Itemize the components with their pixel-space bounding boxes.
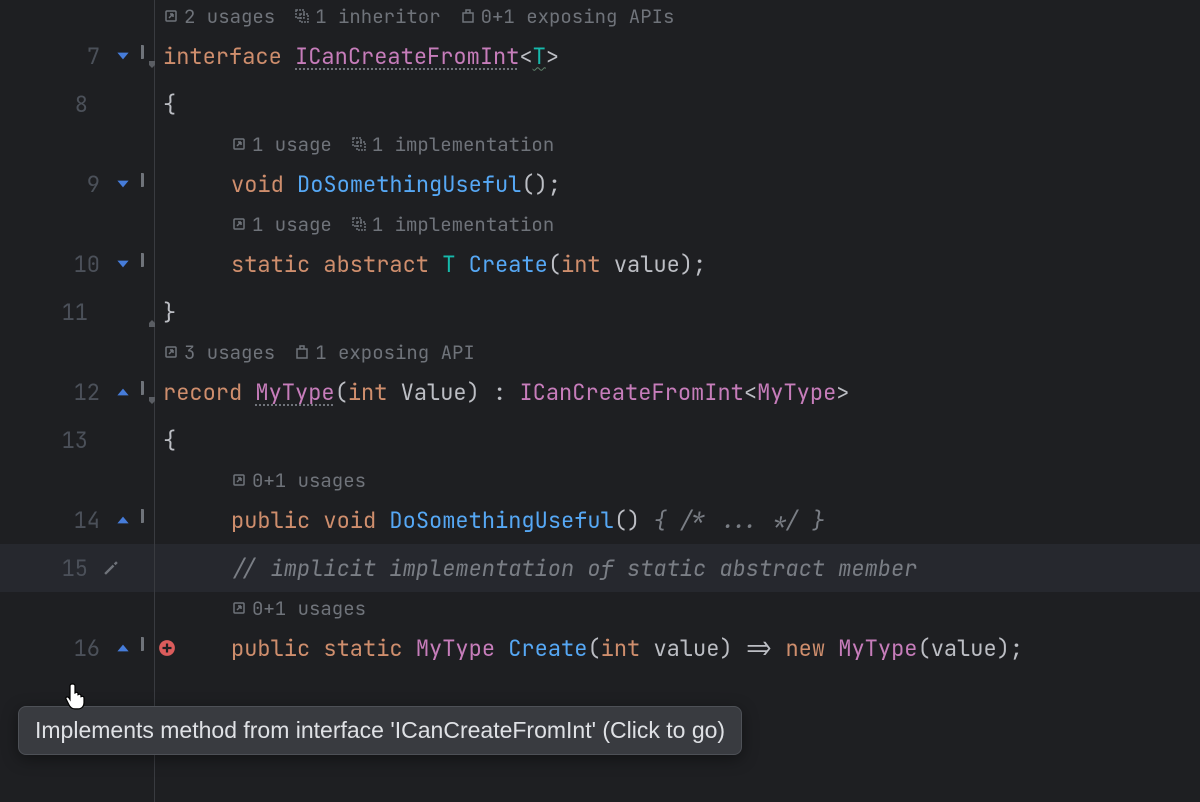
hammer-icon[interactable] xyxy=(102,559,120,577)
line-number: 12 xyxy=(58,378,100,407)
code-area[interactable]: 2 usages 1 inheritor 0+1 exposing APIs i… xyxy=(155,0,1200,802)
line-number: 16 xyxy=(58,634,100,663)
fold-icon[interactable] xyxy=(146,386,158,398)
code-line[interactable]: static abstract T Create(int value); xyxy=(155,240,1200,288)
line-number: 8 xyxy=(46,90,88,119)
code-lens[interactable]: 1 usage 1 implementation xyxy=(231,132,554,157)
marker-icon xyxy=(138,45,144,59)
code-line[interactable]: record MyType(int Value) : ICanCreateFro… xyxy=(155,368,1200,416)
line-number: 13 xyxy=(46,426,88,455)
code-line[interactable]: void DoSomethingUseful(); xyxy=(155,160,1200,208)
inheritors-icon[interactable] xyxy=(114,175,132,193)
code-lens[interactable]: 0+1 usages xyxy=(231,468,366,493)
line-number: 14 xyxy=(58,506,100,535)
line-number: 10 xyxy=(58,250,100,279)
code-line[interactable]: { xyxy=(155,80,1200,128)
code-lens[interactable]: 0+1 usages xyxy=(231,596,366,621)
code-line[interactable]: interface ICanCreateFromInt<T> xyxy=(155,32,1200,80)
code-line[interactable]: public static MyType Create(int value) =… xyxy=(155,624,1200,672)
code-lens[interactable]: 1 usage 1 implementation xyxy=(231,212,554,237)
implements-icon[interactable] xyxy=(114,383,132,401)
cursor-pointer-icon xyxy=(64,682,90,719)
fold-icon[interactable] xyxy=(146,50,158,62)
marker-icon xyxy=(138,637,144,651)
code-line[interactable]: public void DoSomethingUseful() { /* ...… xyxy=(155,496,1200,544)
code-line[interactable]: // implicit implementation of static abs… xyxy=(155,544,1200,592)
code-editor[interactable]: 7 8 9 10 11 12 13 xyxy=(0,0,1200,802)
marker-icon xyxy=(138,509,144,523)
implements-icon[interactable] xyxy=(114,511,132,529)
line-number: 11 xyxy=(46,298,88,327)
navigation-tooltip[interactable]: Implements method from interface 'ICanCr… xyxy=(18,706,742,755)
marker-icon xyxy=(138,173,144,187)
inheritors-icon[interactable] xyxy=(114,47,132,65)
marker-icon xyxy=(138,381,144,395)
line-number: 9 xyxy=(58,170,100,199)
line-number: 7 xyxy=(58,42,100,71)
marker-icon xyxy=(138,253,144,267)
code-lens[interactable]: 2 usages 1 inheritor 0+1 exposing APIs xyxy=(163,4,674,29)
fold-icon[interactable] xyxy=(146,306,158,318)
line-number: 15 xyxy=(46,554,88,583)
inheritors-icon[interactable] xyxy=(114,255,132,273)
implements-icon[interactable] xyxy=(114,639,132,657)
code-line[interactable]: } xyxy=(155,288,1200,336)
code-line[interactable]: { xyxy=(155,416,1200,464)
code-lens[interactable]: 3 usages 1 exposing API xyxy=(163,340,475,365)
